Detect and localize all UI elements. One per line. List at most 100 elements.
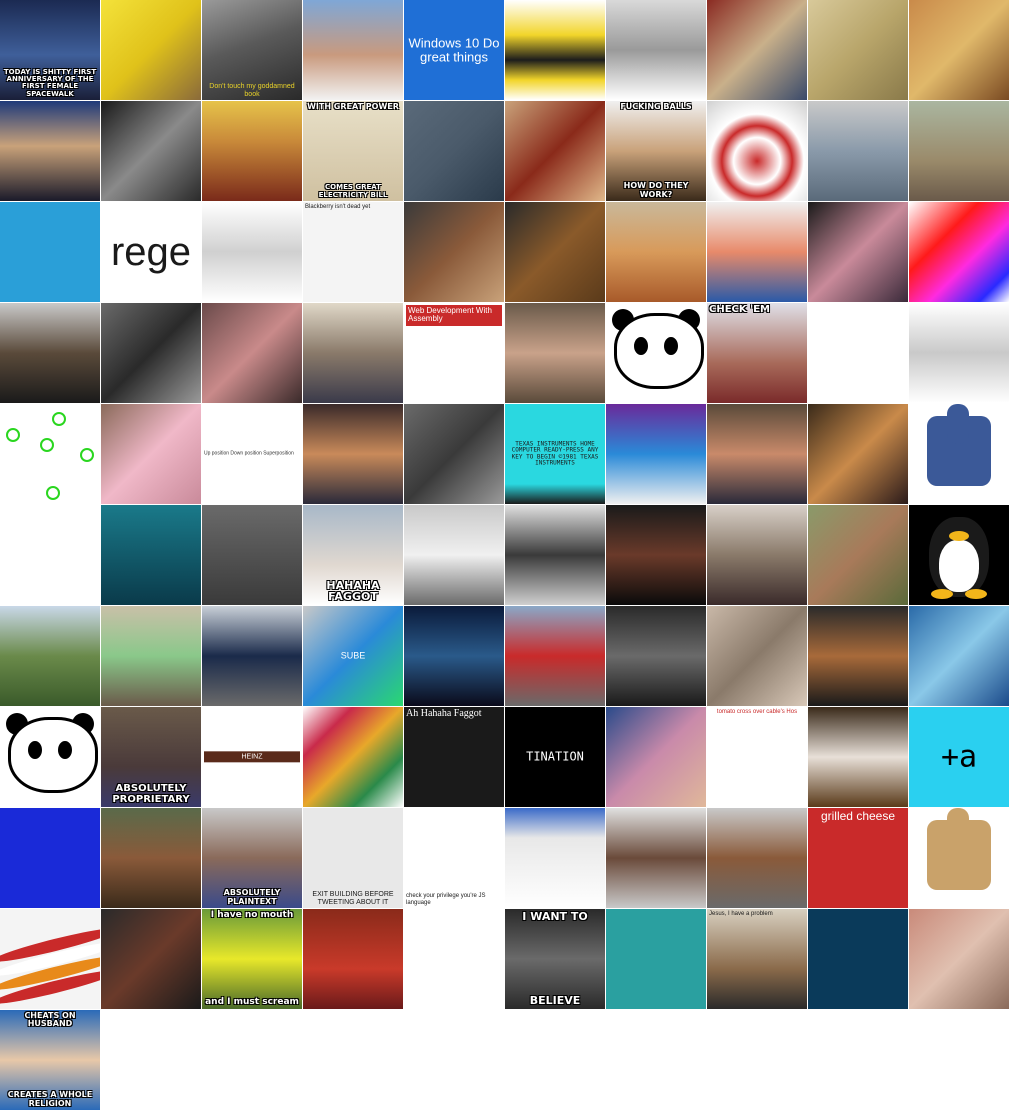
thumbnail-isaac-newton-banknote[interactable]: [808, 0, 908, 100]
thumbnail-texas-instruments-screen[interactable]: TEXAS INSTRUMENTS HOME COMPUTER READY-PR…: [505, 404, 605, 504]
thumbnail-fly-saint-icon-painting[interactable]: [202, 101, 302, 201]
thumbnail-mech-robot-statue[interactable]: [404, 404, 504, 504]
thumbnail-airplane-contrail[interactable]: [909, 606, 1009, 706]
thumbnail-wrecked-train-cars[interactable]: [505, 606, 605, 706]
thumbnail-telegram-logo[interactable]: [0, 202, 100, 302]
thumbnail-dark-blue-screen[interactable]: [808, 909, 908, 1009]
thumbnail-dice-grid-pattern[interactable]: [303, 707, 403, 807]
thumbnail-chocolate-bunny[interactable]: [606, 505, 706, 605]
thumbnail-rege-text-tile[interactable]: rege: [101, 202, 201, 302]
thumbnail-dog-close-up[interactable]: [808, 606, 908, 706]
thumbnail-bee-costume-figure[interactable]: [505, 0, 605, 100]
thumbnail-two-people-expo[interactable]: [808, 202, 908, 302]
thumbnail-blue-error-screen[interactable]: [0, 808, 100, 908]
thumbnail-grilled-cheese-ad[interactable]: grilled cheese: [808, 808, 908, 908]
thumbnail-sticky-notes-office[interactable]: [101, 606, 201, 706]
thumbnail-biology-diagram-cat-woman[interactable]: [0, 505, 100, 605]
thumbnail-man-with-cart[interactable]: [909, 909, 1009, 1009]
thumbnail-isaac-newton-engraving[interactable]: [505, 505, 605, 605]
thumbnail-wooden-thumbs-up[interactable]: [909, 808, 1009, 908]
thumbnail-hotdog-dog[interactable]: [606, 202, 706, 302]
thumbnail-mother-teresa-portrait[interactable]: [303, 0, 403, 100]
thumbnail-boy-with-blue-barrel[interactable]: [0, 606, 100, 706]
thumbnail-woman-with-laptop[interactable]: [707, 808, 807, 908]
thumbnail-i-want-to-believe[interactable]: I WANT TO BELIEVE: [505, 909, 605, 1009]
thumbnail-woman-with-cat-ears[interactable]: [101, 404, 201, 504]
thumbnail-religious-painting-man[interactable]: [101, 808, 201, 908]
thumbnail-windows-dialog-screenshot[interactable]: [505, 808, 605, 908]
thumbnail-group-of-men-room[interactable]: [202, 505, 302, 605]
thumbnail-dog-face-close[interactable]: [101, 909, 201, 1009]
thumbnail-robot-dog-parts[interactable]: [101, 303, 201, 403]
thumbnail-cracked-laptop[interactable]: [606, 606, 706, 706]
thumbnail-heinz-sauce-bottle[interactable]: HEINZ: [202, 707, 302, 807]
thumbnail-absolutely-plaintext-meme[interactable]: ABSOLUTELY PLAINTEXT: [202, 808, 302, 908]
thumbnail-check-your-privilege-js[interactable]: check your privilege you're JS language: [404, 808, 504, 908]
thumbnail-dog-on-street[interactable]: [909, 101, 1009, 201]
thumbnail-crowded-warehouse[interactable]: [707, 0, 807, 100]
thumbnail-politician-at-podium[interactable]: [0, 101, 100, 201]
thumbnail-office-workers-desk[interactable]: [303, 303, 403, 403]
thumbnail-paper-cutter[interactable]: [404, 909, 504, 1009]
thumbnail-feet-in-slippers[interactable]: [505, 101, 605, 201]
thumbnail-police-on-motorcycles[interactable]: [202, 606, 302, 706]
thumbnail-no-mouth-must-scream[interactable]: I have no mouth and I must scream: [202, 909, 302, 1009]
thumbnail-news-van[interactable]: [404, 505, 504, 605]
thumbnail-ship-in-storm[interactable]: [404, 606, 504, 706]
thumbnail-black-book-on-floor[interactable]: Don't touch my goddamned book: [202, 0, 302, 100]
thumbnail-colorful-geometric-pattern[interactable]: [909, 202, 1009, 302]
thumbnail-dachshund-at-table[interactable]: [505, 202, 605, 302]
thumbnail-crowd-of-people-blurred[interactable]: [808, 101, 908, 201]
thumbnail-two-men-icon-painting[interactable]: [909, 0, 1009, 100]
thumbnail-tweet-screenshot[interactable]: [808, 303, 908, 403]
thumbnail-dog-with-balls-meme[interactable]: FUCKING BALLS HOW DO THEY WORK?: [606, 101, 706, 201]
thumbnail-pixel-art-text-cyan[interactable]: +a: [909, 707, 1009, 807]
thumbnail-family-in-costumes[interactable]: [303, 404, 403, 504]
thumbnail-red-wavy-stripes[interactable]: [0, 909, 100, 1009]
thumbnail-panda-drawing[interactable]: [606, 303, 706, 403]
thumbnail-absolutely-proprietary-meme[interactable]: ABSOLUTELY PROPRIETARY: [101, 707, 201, 807]
thumbnail-purple-website-screenshot[interactable]: [606, 404, 706, 504]
thumbnail-yellow-mop-horse[interactable]: [101, 0, 201, 100]
thumbnail-pixel-destination-text[interactable]: TINATION: [505, 707, 605, 807]
thumbnail-windows-10-banner[interactable]: Windows 10 Do great things: [404, 0, 504, 100]
thumbnail-underwater-dog[interactable]: [101, 505, 201, 605]
thumbnail-man-at-desk-office[interactable]: [707, 404, 807, 504]
thumbnail-vintage-photo-child-and-man[interactable]: [101, 101, 201, 201]
thumbnail-comic-strip-panels[interactable]: [202, 202, 302, 302]
thumbnail-web-development-book-cover[interactable]: Web Development With Assembly: [404, 303, 504, 403]
thumbnail-red-room-photo[interactable]: [303, 909, 403, 1009]
thumbnail-close-up-face-portrait[interactable]: [505, 303, 605, 403]
thumbnail-astronaut-group-photo[interactable]: TODAY IS SHITTY FIRST ANNIVERSARY OF THE…: [0, 0, 100, 100]
thumbnail-broken-thumbs-up-icon[interactable]: [909, 404, 1009, 504]
thumbnail-pixelated-face[interactable]: [606, 707, 706, 807]
thumbnail-pope-laughing-meme[interactable]: HAHAHA FAGGOT: [303, 505, 403, 605]
thumbnail-pig-close-up[interactable]: [202, 303, 302, 403]
thumbnail-couple-selfie-illustration[interactable]: [606, 909, 706, 1009]
thumbnail-black-puppy-on-floor[interactable]: [404, 101, 504, 201]
thumbnail-check-em-meme[interactable]: CHECK 'EM: [707, 303, 807, 403]
thumbnail-blackberry-note[interactable]: Blackberry isn't dead yet: [303, 202, 403, 302]
thumbnail-usb-positions-diagram[interactable]: Up position Down position Superposition: [202, 404, 302, 504]
thumbnail-cartoon-old-man[interactable]: [707, 202, 807, 302]
thumbnail-sketch-illustration[interactable]: [909, 303, 1009, 403]
thumbnail-rabbit-in-teacup[interactable]: [808, 707, 908, 807]
thumbnail-leader-portrait[interactable]: [0, 303, 100, 403]
thumbnail-sube-card-hand[interactable]: SUBE: [303, 606, 403, 706]
thumbnail-physicist-at-chalkboard[interactable]: [606, 0, 706, 100]
thumbnail-grid-of-figures-chart[interactable]: tomato cross over cable's Hos: [707, 707, 807, 807]
thumbnail-toy-helicopter-target[interactable]: [707, 101, 807, 201]
thumbnail-mother-teresa-meme[interactable]: Ah Hahaha Faggot: [404, 707, 504, 807]
thumbnail-confucius-meme[interactable]: WITH GREAT POWER COMES GREAT ELECTRICITY …: [303, 101, 403, 201]
thumbnail-woman-at-computer[interactable]: [606, 808, 706, 908]
thumbnail-green-circles[interactable]: [0, 404, 100, 504]
thumbnail-sacred-heart-meme[interactable]: CHEATS ON HUSBAND CREATES A WHOLE RELIGIO…: [0, 1010, 100, 1110]
thumbnail-sleeping-cat-grenade[interactable]: [707, 606, 807, 706]
thumbnail-electronics-on-table[interactable]: [808, 404, 908, 504]
thumbnail-jesus-dog-meme[interactable]: Jesus, I have a problem: [707, 909, 807, 1009]
thumbnail-exit-building-sign[interactable]: EXIT BUILDING BEFORE TWEETING ABOUT IT: [303, 808, 403, 908]
thumbnail-panda-sketch-window[interactable]: [0, 707, 100, 807]
thumbnail-monkey-in-field[interactable]: [808, 505, 908, 605]
thumbnail-linux-tux-penguin[interactable]: [909, 505, 1009, 605]
thumbnail-cake-slice-photo[interactable]: [404, 202, 504, 302]
